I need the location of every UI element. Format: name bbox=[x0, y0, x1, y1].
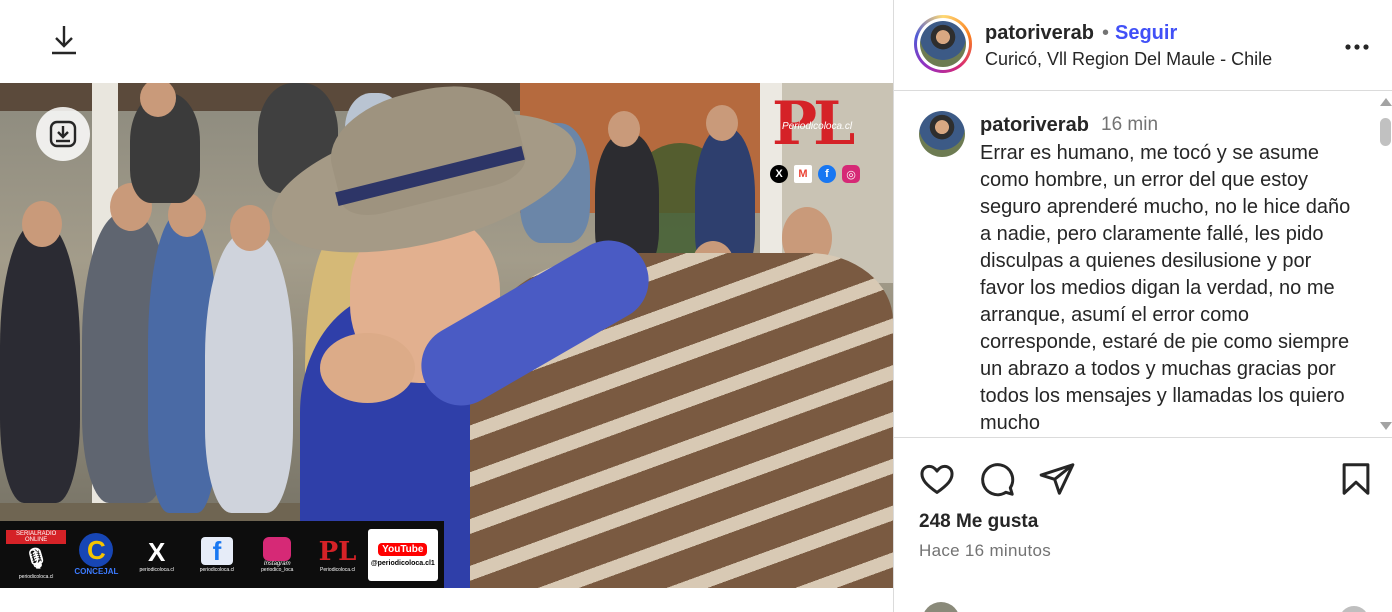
post-photo[interactable]: PL Periodicoloca.cl X M f ◎ SERIALRADIO … bbox=[0, 83, 893, 588]
author-username[interactable]: patoriverab bbox=[985, 22, 1094, 45]
facebook-mark: f bbox=[200, 536, 233, 566]
share-icon bbox=[1039, 463, 1075, 495]
more-options-icon bbox=[1345, 44, 1369, 50]
share-button[interactable] bbox=[1038, 460, 1078, 500]
facebook-icon: f bbox=[818, 165, 836, 183]
scroll-down-arrow[interactable] bbox=[1380, 422, 1392, 430]
caption-username[interactable]: patoriverab bbox=[980, 114, 1089, 137]
crowd-head bbox=[706, 105, 738, 141]
post-side-panel: patoriverab • Seguir Curicó, Vll Region … bbox=[893, 0, 1392, 612]
separator-dot: • bbox=[1102, 22, 1110, 44]
download-tray-icon bbox=[49, 120, 77, 148]
caption-avatar[interactable] bbox=[919, 111, 965, 157]
save-button[interactable] bbox=[1337, 460, 1377, 500]
post-timestamp[interactable]: Hace 16 minutos bbox=[919, 541, 1051, 561]
crowd-person bbox=[205, 233, 293, 513]
radio-online-sub: periodicoloca.cl bbox=[18, 573, 54, 580]
author-avatar[interactable] bbox=[914, 15, 972, 73]
like-button[interactable] bbox=[918, 460, 958, 500]
instagram-mark bbox=[263, 536, 292, 561]
x-logo: X periodicoloca.cl bbox=[127, 526, 187, 584]
comment-button[interactable] bbox=[978, 460, 1018, 500]
concejal-logo: C CONCEJAL bbox=[66, 526, 126, 584]
next-comment-avatar[interactable] bbox=[1339, 606, 1369, 612]
scroll-up-arrow[interactable] bbox=[1380, 98, 1392, 106]
man-hand bbox=[320, 333, 415, 403]
radio-online-logo: SERIALRADIO ONLINE 🎙 periodicoloca.cl bbox=[6, 526, 67, 584]
pl-sub: Periodicoloca.cl bbox=[320, 566, 356, 573]
scroll-thumb[interactable] bbox=[1380, 118, 1391, 146]
microphone-icon: 🎙 bbox=[23, 547, 49, 570]
comments-scrollbar[interactable] bbox=[1378, 98, 1392, 434]
avatar-frame bbox=[917, 18, 969, 70]
media-column: PL Periodicoloca.cl X M f ◎ SERIALRADIO … bbox=[0, 0, 893, 612]
likes-count[interactable]: 248 Me gusta bbox=[919, 511, 1038, 533]
x-sub: periodicoloca.cl bbox=[139, 566, 174, 573]
more-options-button[interactable] bbox=[1344, 30, 1370, 58]
pl-mark: PL bbox=[318, 536, 357, 567]
youtube-logo: YouTube @periodicoloca.cl1 bbox=[367, 528, 438, 581]
comment-icon bbox=[981, 463, 1015, 497]
radio-online-label: SERIALRADIO ONLINE bbox=[6, 529, 67, 544]
instagram-sub: periodico_loca bbox=[261, 566, 294, 573]
follow-button[interactable]: Seguir bbox=[1115, 22, 1177, 45]
comments-section: patoriverab 16 min Errar es humano, me t… bbox=[894, 92, 1392, 437]
periodicoloca-site: Periodicoloca.cl bbox=[782, 121, 853, 132]
save-media-button[interactable] bbox=[36, 107, 90, 161]
sponsor-strip: SERIALRADIO ONLINE 🎙 periodicoloca.cl C … bbox=[0, 521, 444, 588]
avatar-image bbox=[920, 21, 966, 67]
next-comment-avatar[interactable] bbox=[922, 602, 960, 612]
facebook-logo: f periodicoloca.cl bbox=[187, 526, 247, 584]
instagram-icon: ◎ bbox=[842, 165, 860, 183]
x-mark: X bbox=[148, 536, 166, 567]
concejal-label: CONCEJAL bbox=[74, 567, 119, 576]
youtube-handle: @periodicoloca.cl1 bbox=[370, 559, 435, 567]
post-header: patoriverab • Seguir Curicó, Vll Region … bbox=[894, 0, 1392, 91]
pl-logo: PL Periodicoloca.cl bbox=[308, 526, 368, 584]
crowd-head bbox=[230, 205, 270, 251]
caption-text: Errar es humano, me tocó y se asume como… bbox=[980, 142, 1351, 434]
caption-time[interactable]: 16 min bbox=[1101, 114, 1158, 136]
crowd-person bbox=[0, 223, 80, 503]
facebook-sub: periodicoloca.cl bbox=[199, 566, 235, 573]
x-icon: X bbox=[770, 165, 788, 183]
heart-icon bbox=[920, 464, 954, 494]
youtube-label: YouTube bbox=[378, 542, 428, 556]
gmail-icon: M bbox=[794, 165, 812, 183]
watermark-socials: X M f ◎ bbox=[770, 165, 860, 183]
post-location[interactable]: Curicó, Vll Region Del Maule - Chile bbox=[985, 49, 1272, 70]
concejal-mark: C bbox=[79, 533, 114, 567]
crowd-head bbox=[22, 201, 62, 247]
bookmark-icon bbox=[1342, 463, 1370, 495]
instagram-logo: Instagram periodico_loca bbox=[247, 526, 307, 584]
download-icon bbox=[52, 26, 76, 55]
crowd-head bbox=[608, 111, 640, 147]
download-button[interactable] bbox=[46, 22, 82, 58]
